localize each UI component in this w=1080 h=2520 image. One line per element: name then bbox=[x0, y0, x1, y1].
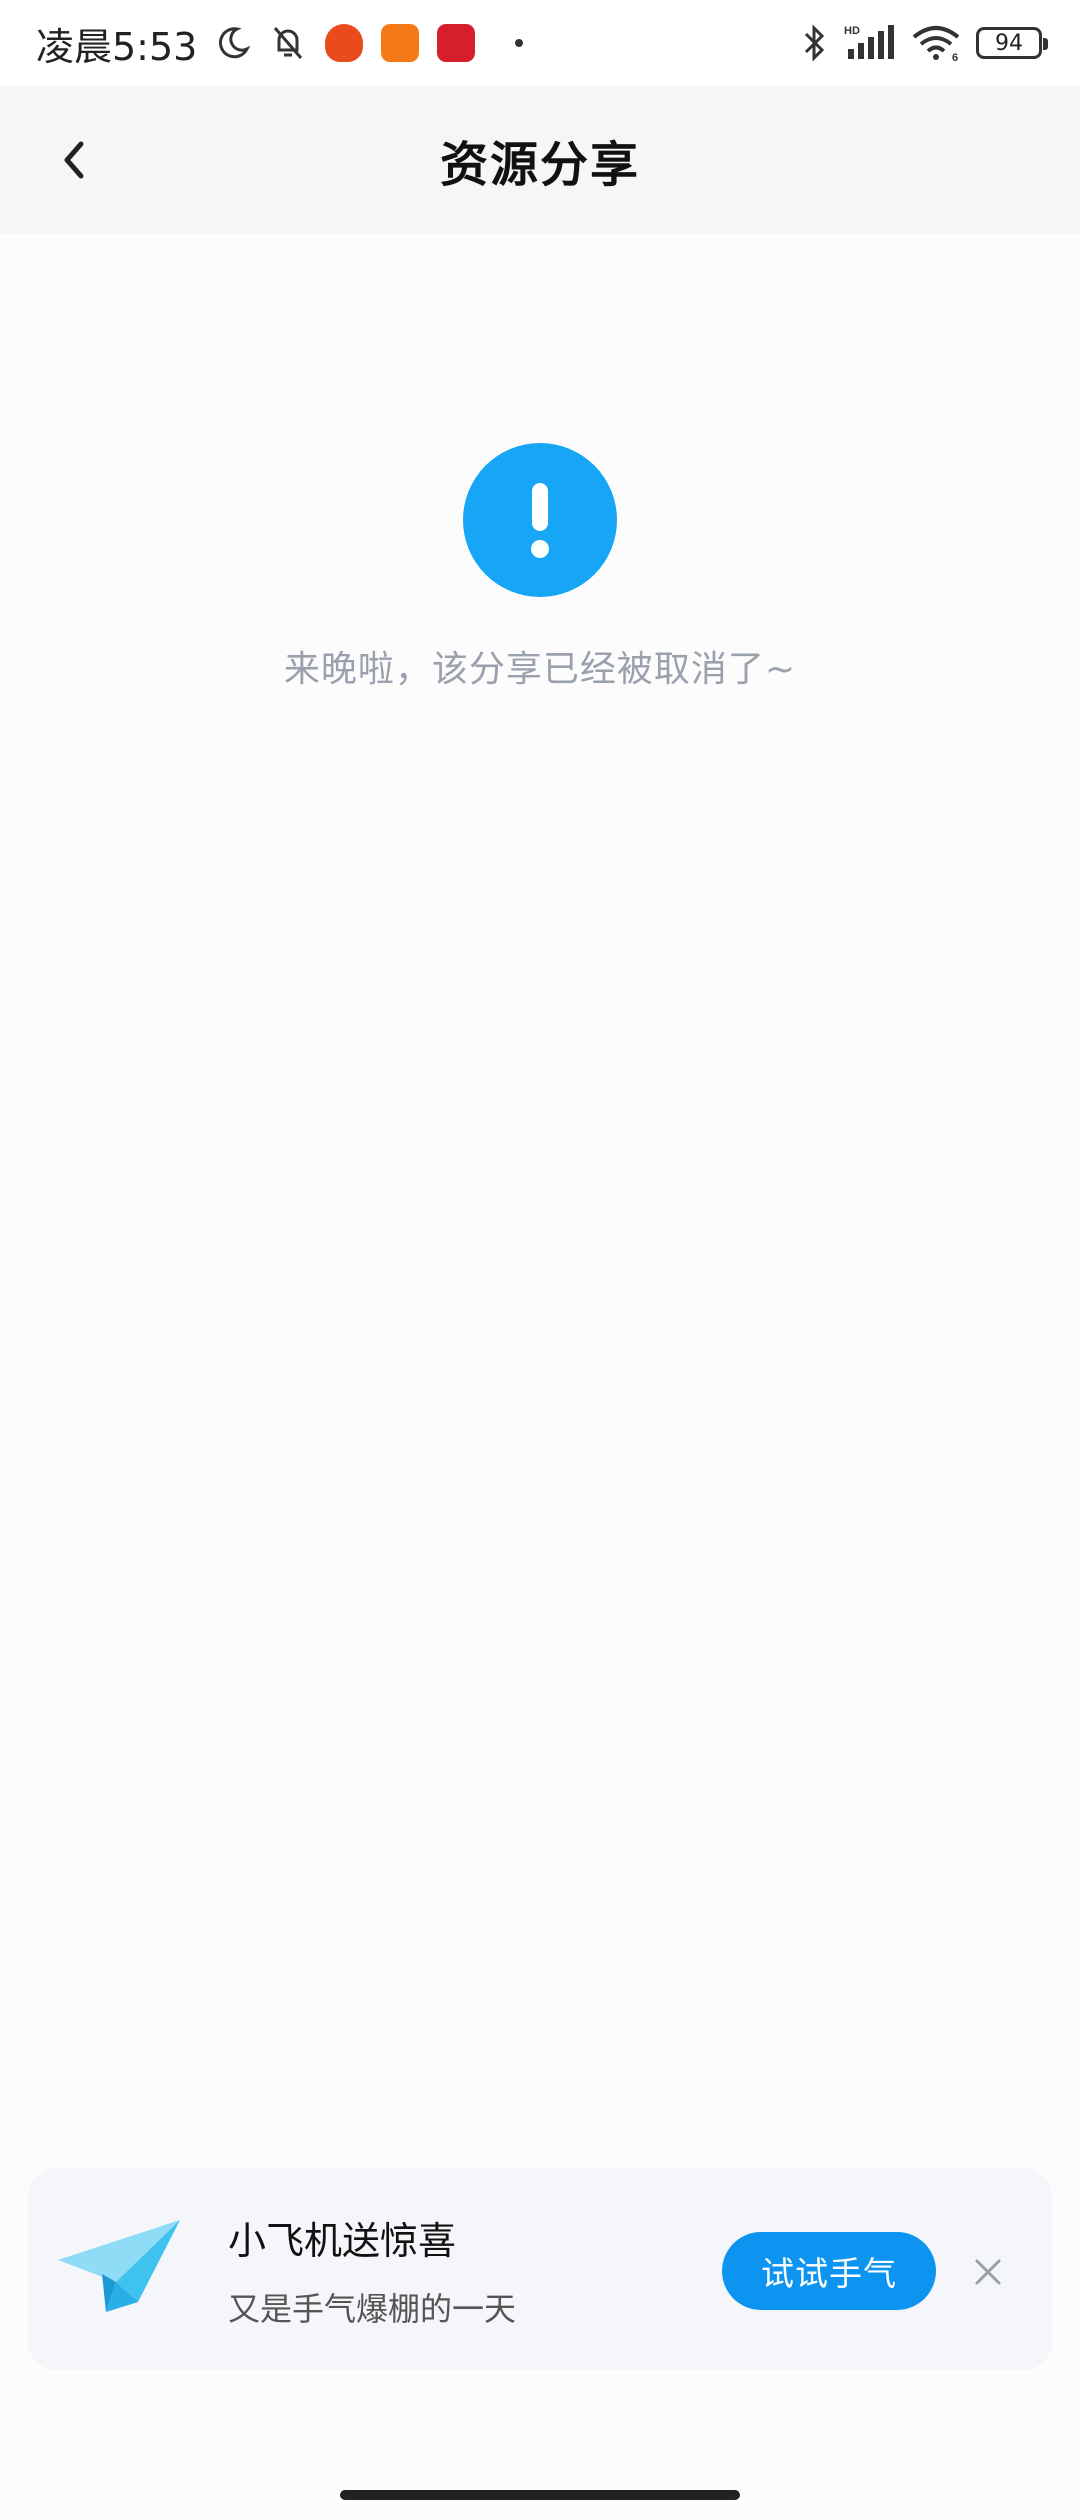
nav-bar: 资源分享 bbox=[0, 86, 1080, 234]
status-bar-right: HD 6 94 bbox=[800, 0, 1048, 86]
promo-close-button[interactable] bbox=[968, 2252, 1008, 2292]
more-notifications-dot bbox=[515, 39, 524, 47]
battery-icon: 94 bbox=[976, 27, 1048, 59]
red-app-icon bbox=[437, 24, 476, 62]
orange-app-icon bbox=[381, 24, 420, 62]
chevron-left-icon bbox=[64, 141, 84, 179]
promo-subtitle: 又是手气爆棚的一天 bbox=[228, 2290, 517, 2328]
home-indicator[interactable] bbox=[340, 2490, 740, 2500]
signal-icon: HD bbox=[844, 23, 898, 63]
svg-text:HD: HD bbox=[844, 25, 860, 37]
battery-level: 94 bbox=[995, 30, 1023, 56]
status-time: 凌晨5:53 bbox=[36, 24, 198, 69]
pumpkin-app-icon bbox=[325, 24, 364, 62]
close-icon bbox=[975, 2259, 1001, 2285]
status-bar-left: 凌晨5:53 bbox=[36, 16, 524, 71]
exclamation-circle-icon bbox=[463, 443, 617, 597]
page: 凌晨5:53 HD 6 94 资源分享 来晚啦，该分享已经被取消了~ 小飞机送惊… bbox=[0, 0, 1080, 2520]
try-luck-button[interactable]: 试试手气 bbox=[722, 2232, 936, 2310]
bluetooth-icon bbox=[800, 23, 830, 63]
bell-off-icon bbox=[269, 24, 307, 62]
share-cancelled-message: 来晚啦，该分享已经被取消了~ bbox=[283, 649, 797, 690]
promo-banner[interactable]: 小飞机送惊喜 又是手气爆棚的一天 试试手气 bbox=[28, 2168, 1052, 2370]
promo-title: 小飞机送惊喜 bbox=[228, 2219, 457, 2263]
wifi-icon: 6 bbox=[912, 23, 962, 63]
status-bar: 凌晨5:53 HD 6 94 bbox=[0, 0, 1080, 86]
back-button[interactable] bbox=[44, 130, 104, 190]
page-title: 资源分享 bbox=[439, 137, 640, 193]
paper-plane-icon bbox=[58, 2220, 180, 2312]
moon-icon bbox=[215, 25, 251, 61]
svg-text:6: 6 bbox=[952, 52, 958, 63]
